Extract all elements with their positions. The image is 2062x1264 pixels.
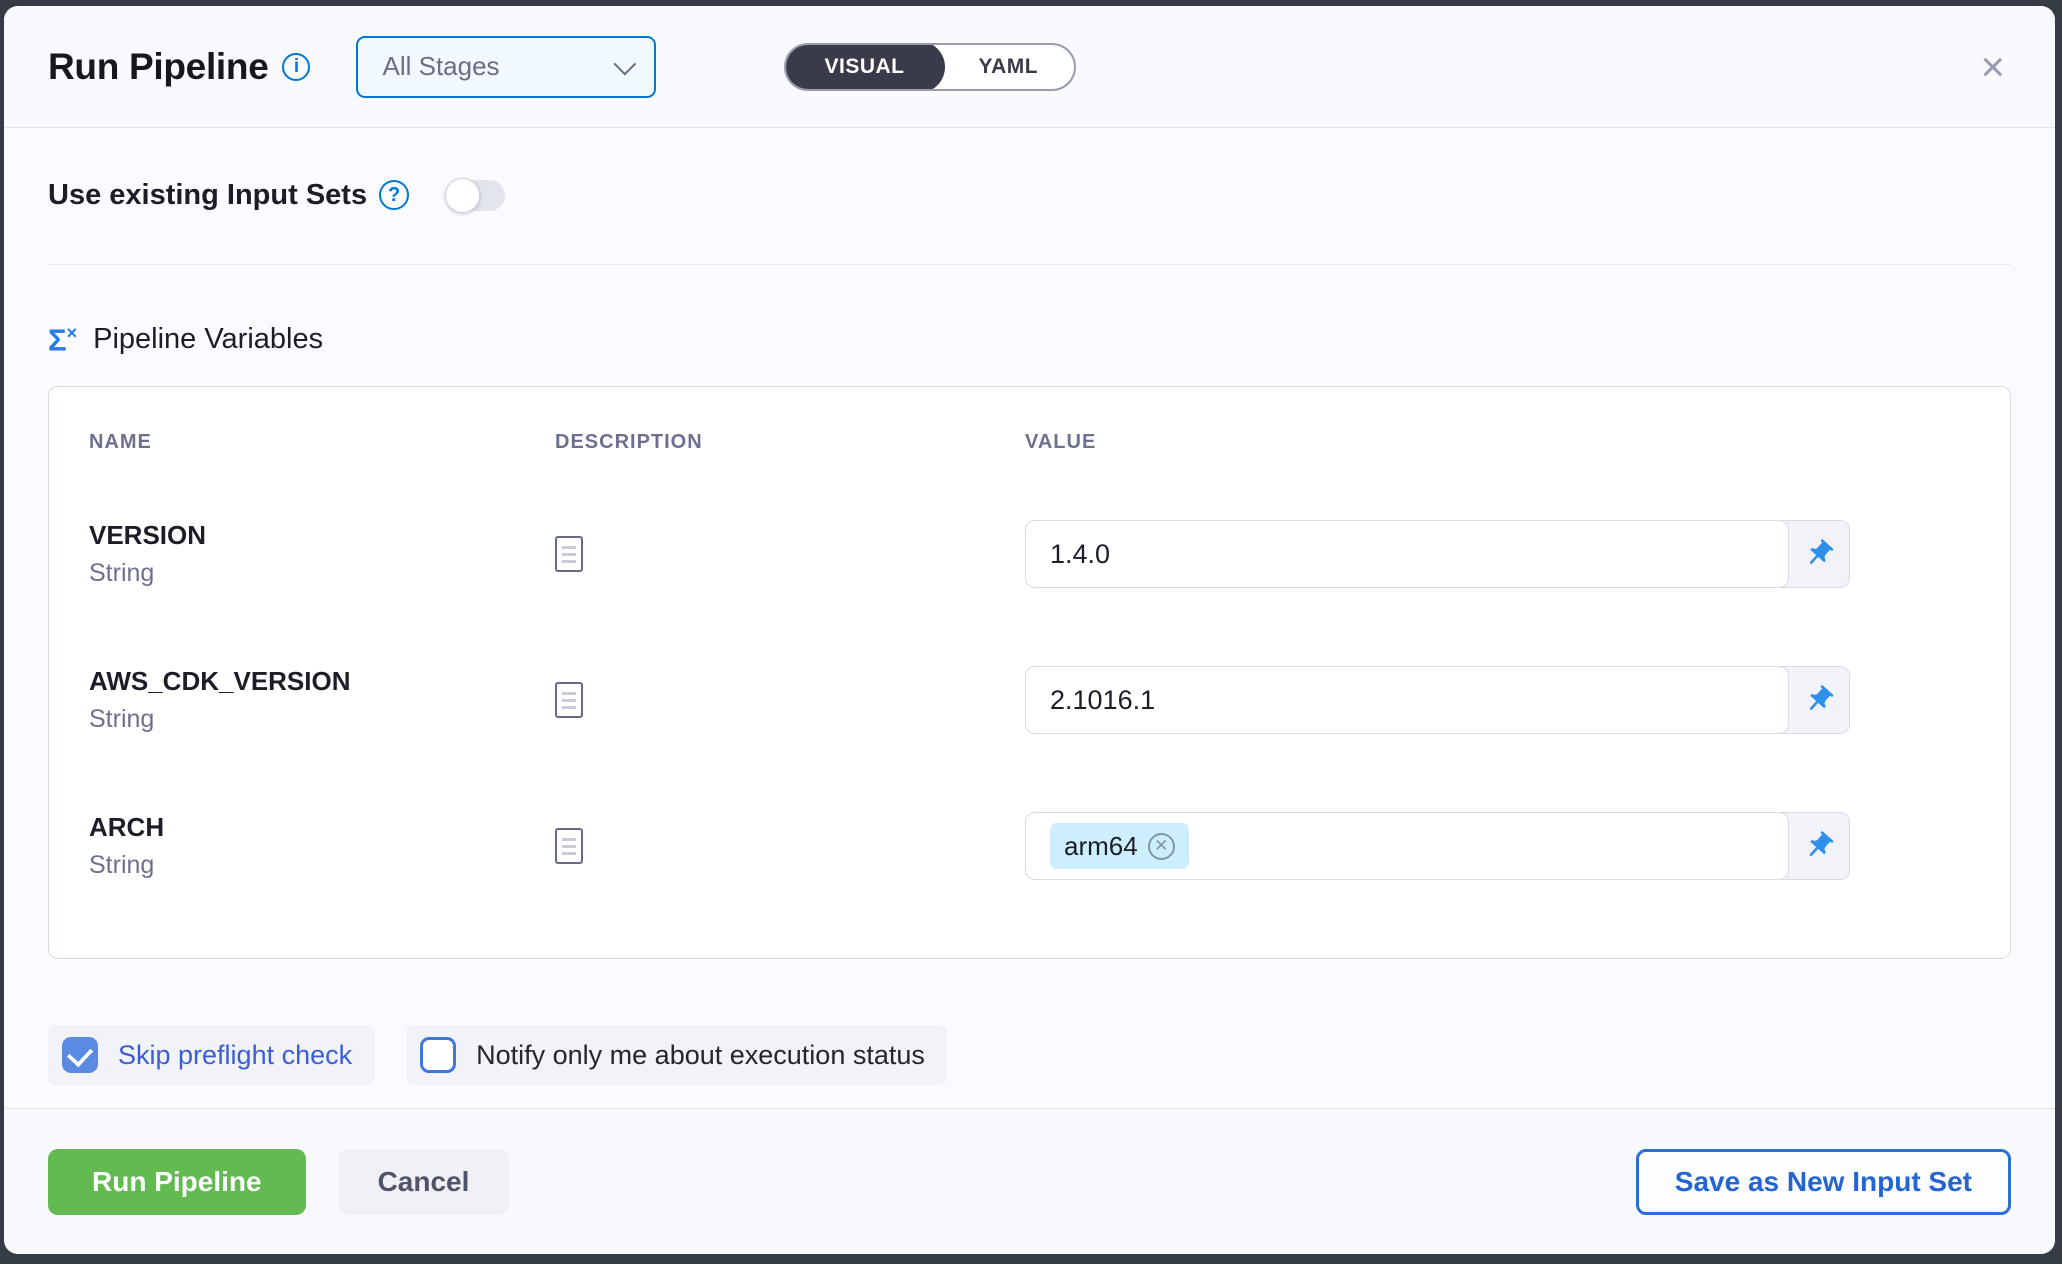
value-input[interactable]: 2.1016.1 (1025, 666, 1789, 734)
tag-remove-icon[interactable]: ✕ (1148, 833, 1175, 860)
cancel-button[interactable]: Cancel (338, 1149, 510, 1215)
pipeline-variables-heading: Σ× Pipeline Variables (48, 323, 2011, 356)
variable-description-cell (555, 828, 1025, 864)
variable-name: VERSION (89, 520, 555, 551)
table-row: VERSION String 1.4.0 (89, 508, 1970, 600)
variable-type: String (89, 559, 555, 588)
view-mode-toggle: VISUAL YAML (784, 43, 1076, 91)
notify-me-option[interactable]: Notify only me about execution status (406, 1025, 947, 1085)
chevron-down-icon (614, 52, 637, 75)
pin-icon[interactable] (1789, 667, 1849, 733)
variables-header-row: NAME DESCRIPTION VALUE (89, 431, 1970, 454)
save-as-new-input-set-button[interactable]: Save as New Input Set (1636, 1149, 2011, 1215)
value-tag-input[interactable]: arm64 ✕ (1025, 812, 1789, 880)
variable-name: ARCH (89, 812, 555, 843)
table-row: AWS_CDK_VERSION String 2.1016.1 (89, 654, 1970, 746)
value-input[interactable]: 1.4.0 (1025, 520, 1789, 588)
use-existing-input-sets-label: Use existing Input Sets (48, 179, 367, 212)
toggle-knob (445, 178, 480, 213)
value-input-group: 2.1016.1 (1025, 666, 1850, 734)
description-icon (555, 682, 583, 718)
notify-me-label: Notify only me about execution status (476, 1040, 925, 1071)
pipeline-variables-title: Pipeline Variables (93, 323, 323, 356)
variable-name-cell: VERSION String (89, 520, 555, 588)
pin-icon[interactable] (1789, 813, 1849, 879)
variable-type: String (89, 705, 555, 734)
value-tag: arm64 ✕ (1050, 823, 1189, 869)
pin-icon[interactable] (1789, 521, 1849, 587)
input-sets-toggle[interactable] (445, 180, 505, 211)
variable-value-cell: arm64 ✕ (1025, 812, 1970, 880)
column-header-name: NAME (89, 431, 555, 454)
notify-me-checkbox[interactable] (420, 1037, 456, 1073)
info-icon[interactable]: i (282, 53, 310, 81)
pipeline-variables-icon: Σ× (48, 324, 77, 355)
modal-footer: Run Pipeline Cancel Save as New Input Se… (4, 1108, 2055, 1254)
page-title: Run Pipeline (48, 46, 268, 88)
help-icon[interactable]: ? (379, 180, 409, 210)
divider (48, 264, 2011, 265)
skip-preflight-option[interactable]: Skip preflight check (48, 1025, 374, 1085)
variable-value-cell: 2.1016.1 (1025, 666, 1970, 734)
variable-name: AWS_CDK_VERSION (89, 666, 555, 697)
value-input-group: 1.4.0 (1025, 520, 1850, 588)
variable-type: String (89, 851, 555, 880)
skip-preflight-checkbox[interactable] (62, 1037, 98, 1073)
tab-visual[interactable]: VISUAL (784, 43, 944, 91)
table-row: ARCH String arm64 ✕ (89, 800, 1970, 892)
modal-header: Run Pipeline i All Stages VISUAL YAML × (4, 6, 2055, 128)
pipeline-variables-card: NAME DESCRIPTION VALUE VERSION String 1.… (48, 386, 2011, 959)
column-header-value: VALUE (1025, 431, 1970, 454)
stage-selector-value: All Stages (382, 51, 614, 82)
close-icon[interactable]: × (1974, 42, 2011, 92)
tab-yaml[interactable]: YAML (943, 43, 1075, 91)
value-input-group: arm64 ✕ (1025, 812, 1850, 880)
variable-name-cell: ARCH String (89, 812, 555, 880)
column-header-description: DESCRIPTION (555, 431, 1025, 454)
options-row: Skip preflight check Notify only me abou… (48, 1025, 2011, 1085)
modal-body: Use existing Input Sets ? Σ× Pipeline Va… (4, 128, 2055, 1108)
tag-label: arm64 (1064, 831, 1138, 862)
use-existing-input-sets-row: Use existing Input Sets ? (48, 164, 2011, 226)
variable-name-cell: AWS_CDK_VERSION String (89, 666, 555, 734)
stage-selector-dropdown[interactable]: All Stages (356, 36, 656, 98)
variable-description-cell (555, 536, 1025, 572)
run-pipeline-button[interactable]: Run Pipeline (48, 1149, 306, 1215)
run-pipeline-modal: Run Pipeline i All Stages VISUAL YAML × … (4, 6, 2055, 1254)
variable-value-cell: 1.4.0 (1025, 520, 1970, 588)
description-icon (555, 828, 583, 864)
variable-description-cell (555, 682, 1025, 718)
description-icon (555, 536, 583, 572)
skip-preflight-label: Skip preflight check (118, 1040, 352, 1071)
